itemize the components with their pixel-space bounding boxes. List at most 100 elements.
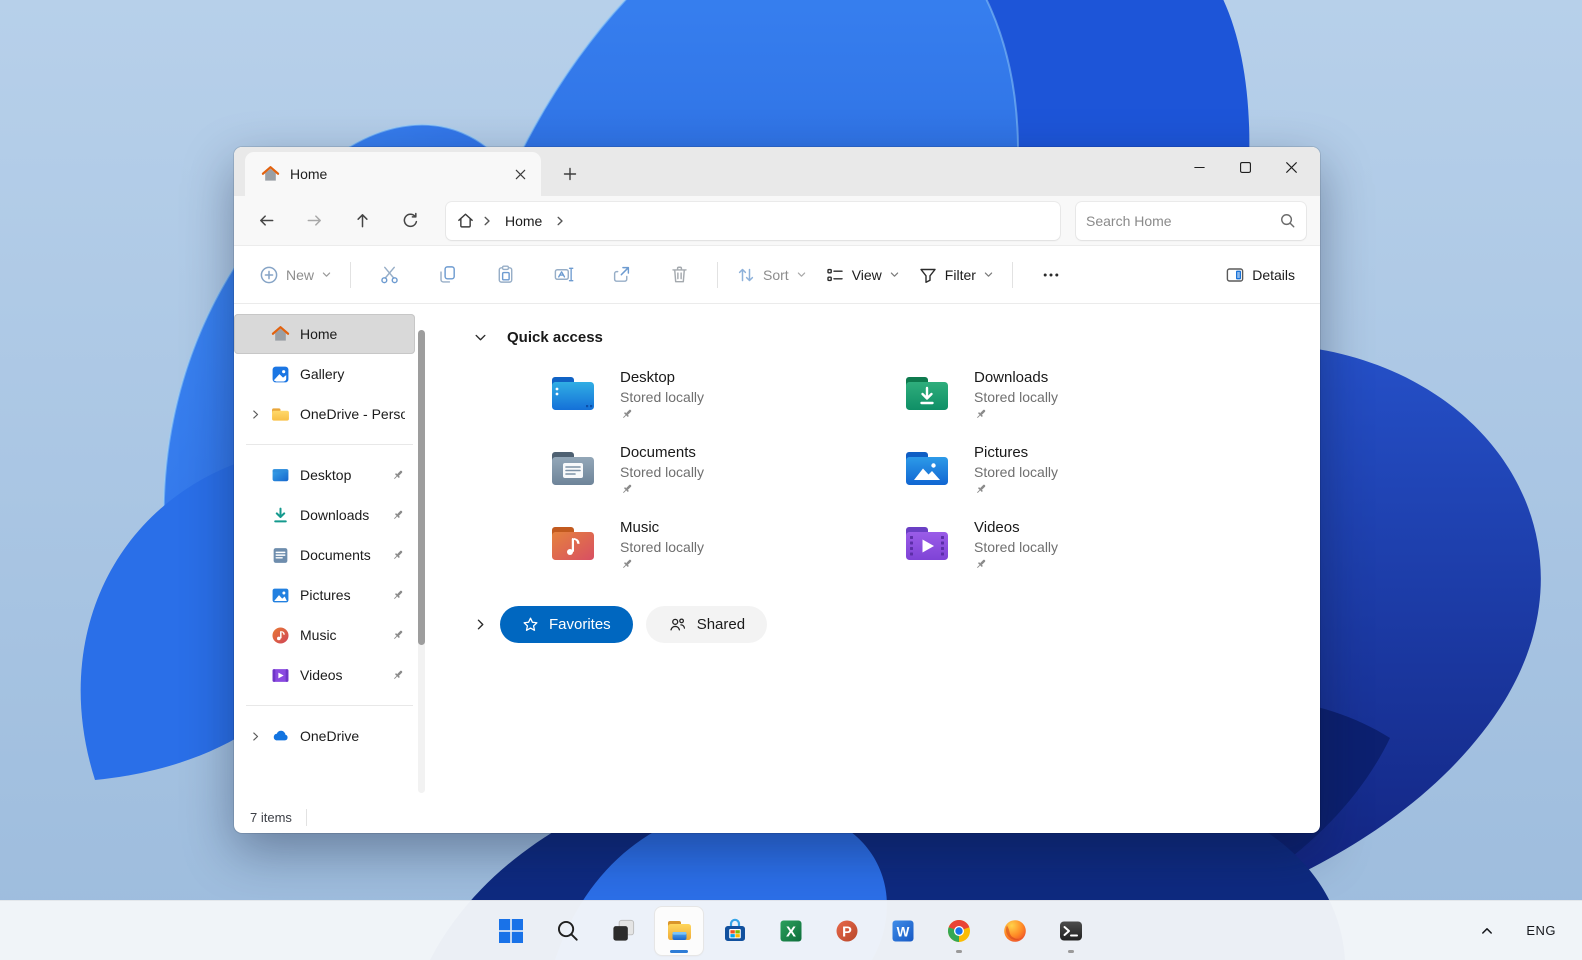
section-title[interactable]: Quick access bbox=[507, 329, 603, 346]
cut-button[interactable] bbox=[367, 255, 411, 295]
chrome-icon bbox=[947, 919, 970, 942]
chevron-down-icon bbox=[984, 272, 993, 277]
taskbar-apps: X P W bbox=[487, 906, 1095, 955]
sidebar-item-desktop[interactable]: Desktop bbox=[234, 455, 415, 495]
window-controls bbox=[1176, 147, 1314, 191]
pin-icon bbox=[390, 468, 405, 483]
pin-icon bbox=[390, 548, 405, 563]
quick-access-item-videos[interactable]: Videos Stored locally bbox=[903, 518, 1257, 593]
sort-button[interactable]: Sort bbox=[727, 255, 816, 295]
favorites-tab[interactable]: Favorites bbox=[500, 606, 633, 643]
view-button[interactable]: View bbox=[816, 255, 909, 295]
rename-button[interactable] bbox=[541, 255, 585, 295]
breadcrumb-home-icon[interactable] bbox=[456, 211, 475, 230]
windows-start-icon bbox=[499, 918, 523, 943]
chevron-right-icon[interactable] bbox=[246, 405, 264, 423]
shared-tab[interactable]: Shared bbox=[645, 606, 768, 643]
more-options-button[interactable] bbox=[1029, 255, 1073, 295]
folder-name: Documents bbox=[620, 444, 696, 461]
maximize-button[interactable] bbox=[1222, 147, 1268, 187]
sidebar-item-home[interactable]: Home bbox=[234, 314, 415, 354]
documents-icon bbox=[271, 546, 290, 565]
chevron-right-icon[interactable] bbox=[246, 727, 264, 745]
sidebar-scrollbar-thumb[interactable] bbox=[418, 330, 425, 645]
sidebar-item-label: OneDrive bbox=[300, 728, 360, 744]
status-bar: 7 items bbox=[234, 801, 1320, 833]
taskbar-firefox-button[interactable] bbox=[991, 907, 1039, 955]
back-button[interactable] bbox=[244, 202, 288, 240]
tab-home[interactable]: Home bbox=[245, 152, 541, 196]
language-indicator[interactable]: ENG bbox=[1526, 923, 1556, 938]
breadcrumb-home[interactable]: Home bbox=[499, 213, 548, 229]
paste-button[interactable] bbox=[483, 255, 527, 295]
new-button[interactable]: New bbox=[250, 255, 341, 295]
sidebar-item-gallery[interactable]: Gallery bbox=[234, 354, 415, 394]
file-explorer-window: Home Home Search Home New Sort View Filt… bbox=[234, 147, 1320, 833]
taskbar-excel-button[interactable]: X bbox=[767, 907, 815, 955]
sidebar-item-onedrive[interactable]: OneDrive bbox=[234, 716, 415, 756]
folder-name: Desktop bbox=[620, 369, 676, 386]
sidebar-item-videos[interactable]: Videos bbox=[234, 655, 415, 695]
taskbar-start-button[interactable] bbox=[487, 907, 535, 955]
sort-label: Sort bbox=[763, 266, 789, 283]
task-view-icon bbox=[612, 919, 634, 941]
quick-access-item-documents[interactable]: Documents Stored locally bbox=[549, 443, 903, 518]
taskbar-microsoft-store-button[interactable] bbox=[711, 907, 759, 955]
taskbar-powerpoint-button[interactable]: P bbox=[823, 907, 871, 955]
details-button[interactable]: Details bbox=[1216, 255, 1304, 295]
copy-button[interactable] bbox=[425, 255, 469, 295]
forward-button[interactable] bbox=[292, 202, 336, 240]
sidebar-item-pictures[interactable]: Pictures bbox=[234, 575, 415, 615]
taskbar: X P W ENG bbox=[0, 900, 1582, 960]
breadcrumb-chevron-icon[interactable] bbox=[554, 215, 566, 227]
taskbar-file-explorer-button[interactable] bbox=[655, 906, 703, 955]
up-button[interactable] bbox=[340, 202, 384, 240]
taskbar-search-button[interactable] bbox=[543, 907, 591, 955]
downloads-icon bbox=[271, 506, 290, 525]
quick-access-item-pictures[interactable]: Pictures Stored locally bbox=[903, 443, 1257, 518]
refresh-button[interactable] bbox=[388, 202, 432, 240]
delete-button[interactable] bbox=[657, 255, 701, 295]
taskbar-word-button[interactable]: W bbox=[879, 907, 927, 955]
sidebar-item-label: Home bbox=[300, 326, 338, 342]
share-button[interactable] bbox=[599, 255, 643, 295]
videos-icon bbox=[271, 666, 290, 685]
quick-access-item-downloads[interactable]: Downloads Stored locally bbox=[903, 368, 1257, 443]
favorites-label: Favorites bbox=[549, 616, 611, 633]
search-icon[interactable] bbox=[1279, 212, 1296, 229]
chevron-down-icon[interactable] bbox=[469, 326, 491, 348]
quick-access-item-music[interactable]: Music Stored locally bbox=[549, 518, 903, 593]
tab-title: Home bbox=[290, 166, 328, 182]
sidebar-item-music[interactable]: Music bbox=[234, 615, 415, 655]
ellipsis-icon bbox=[1043, 273, 1059, 276]
svg-text:X: X bbox=[786, 923, 796, 940]
music-icon bbox=[271, 626, 290, 645]
chevron-down-icon bbox=[797, 272, 805, 277]
tray-chevron-up-icon[interactable] bbox=[1480, 924, 1494, 938]
tab-close-button[interactable] bbox=[507, 161, 533, 187]
svg-text:W: W bbox=[897, 924, 910, 939]
minimize-button[interactable] bbox=[1176, 147, 1222, 187]
favorites-section-row: Favorites Shared bbox=[469, 606, 1320, 643]
filter-label: Filter bbox=[944, 266, 976, 283]
taskbar-terminal-button[interactable] bbox=[1047, 907, 1095, 955]
search-input[interactable] bbox=[1086, 212, 1279, 229]
taskbar-chrome-button[interactable] bbox=[935, 907, 983, 955]
close-button[interactable] bbox=[1268, 147, 1314, 187]
taskbar-task-view-button[interactable] bbox=[599, 907, 647, 955]
chevron-right-icon[interactable] bbox=[469, 614, 491, 636]
address-bar[interactable]: Home bbox=[446, 201, 1060, 240]
sidebar-item-label: Gallery bbox=[300, 366, 345, 382]
sidebar-item-downloads[interactable]: Downloads bbox=[234, 495, 415, 535]
filter-button[interactable]: Filter bbox=[909, 255, 1003, 295]
home-icon bbox=[271, 325, 290, 344]
folder-status: Stored locally bbox=[620, 539, 705, 555]
quick-access-item-desktop[interactable]: Desktop Stored locally bbox=[549, 368, 903, 443]
search-icon bbox=[557, 920, 578, 941]
new-tab-button[interactable] bbox=[555, 159, 585, 189]
sidebar-item-onedrive-personal[interactable]: OneDrive - Personal bbox=[234, 394, 415, 434]
shared-label: Shared bbox=[696, 616, 746, 633]
sidebar-item-documents[interactable]: Documents bbox=[234, 535, 415, 575]
details-pane-icon bbox=[1226, 267, 1244, 282]
pin-icon bbox=[620, 407, 704, 421]
